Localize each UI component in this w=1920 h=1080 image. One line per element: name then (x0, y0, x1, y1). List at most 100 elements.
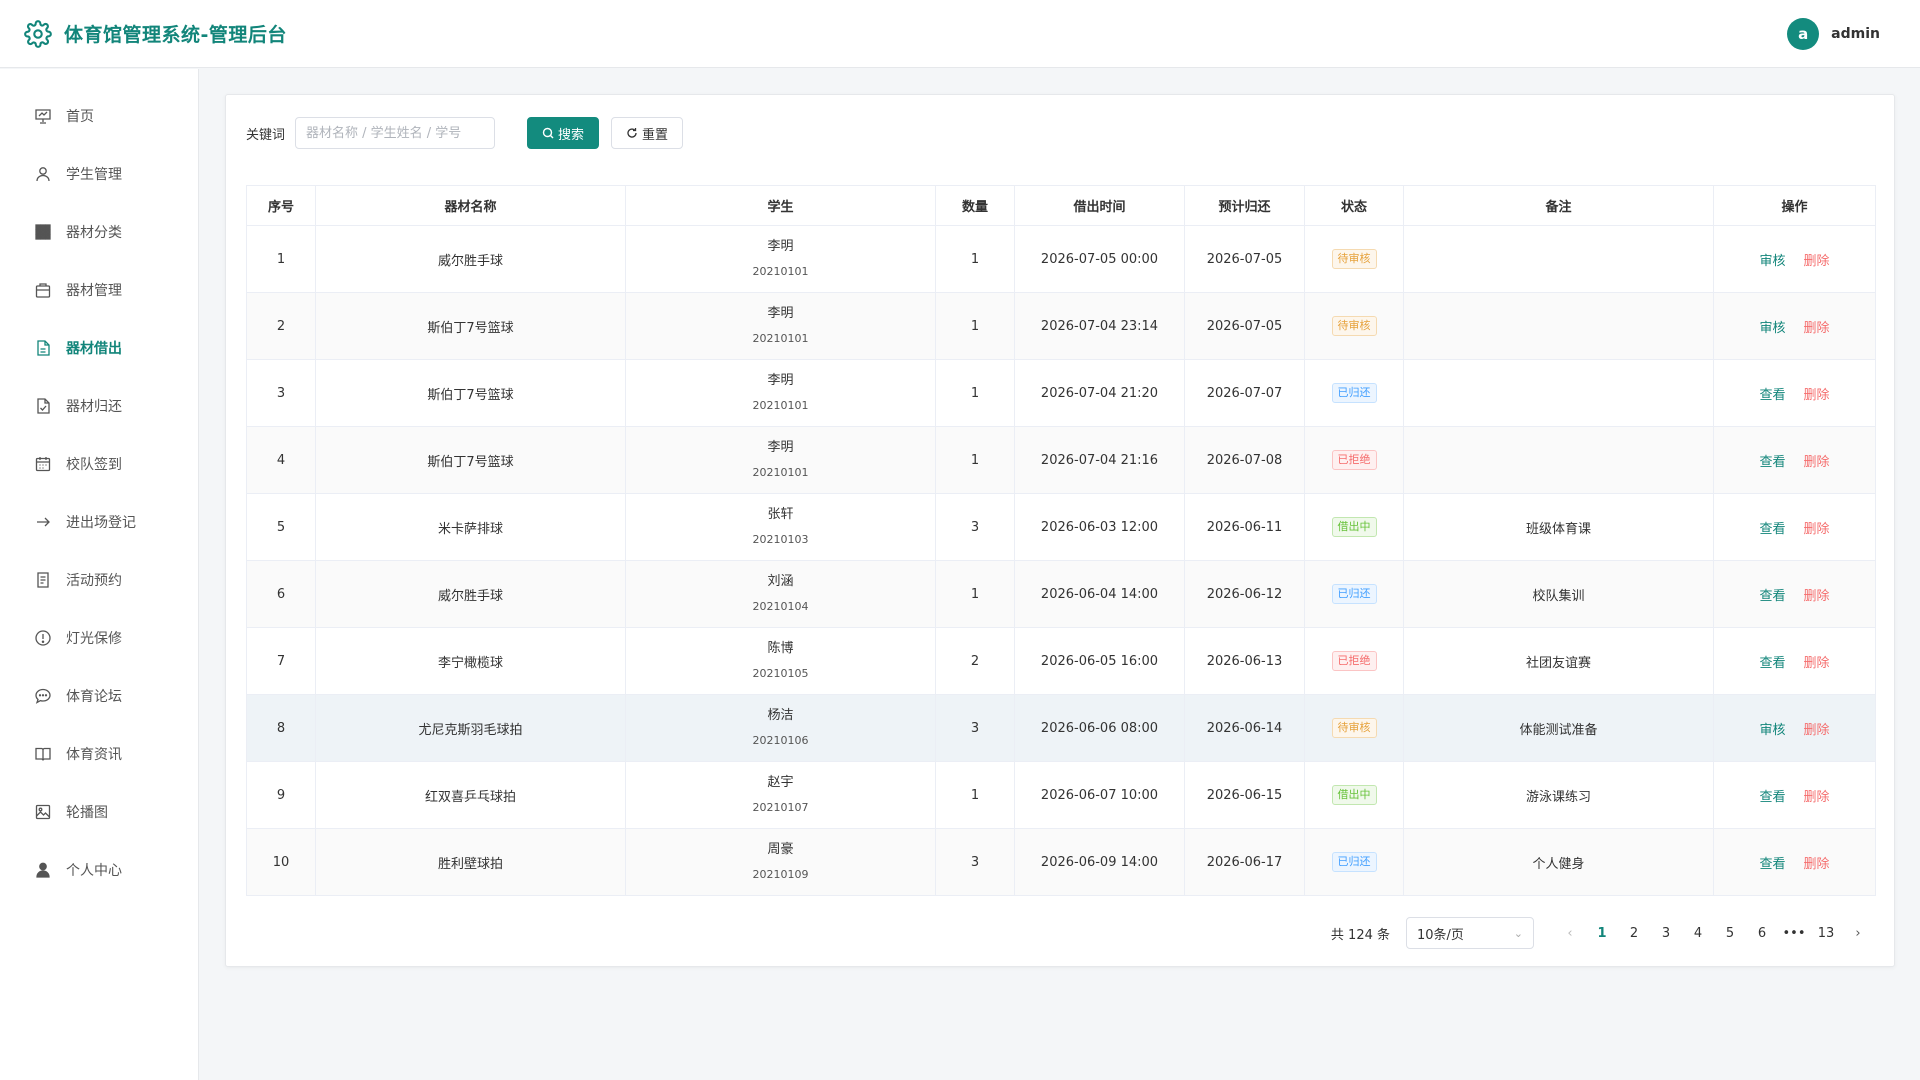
page-number[interactable]: 4 (1682, 926, 1714, 941)
sidebar-item-8[interactable]: 活动预约 (0, 551, 198, 609)
page-number[interactable]: 5 (1714, 926, 1746, 941)
sidebar-item-10[interactable]: 体育论坛 (0, 667, 198, 725)
calendar-icon (34, 455, 52, 473)
reset-button[interactable]: 重置 (611, 117, 684, 149)
page-number[interactable]: 1 (1586, 926, 1618, 941)
equipment-name: 红双喜乒乓球拍 (315, 761, 626, 829)
delete-link[interactable]: 删除 (1804, 719, 1830, 738)
page-number[interactable]: 2 (1618, 926, 1650, 941)
page-number[interactable]: 6 (1746, 926, 1778, 941)
student-number: 20210101 (752, 332, 809, 345)
expected-return: 2026-06-15 (1184, 761, 1305, 829)
delete-link[interactable]: 删除 (1804, 652, 1830, 671)
expected-return: 2026-06-13 (1184, 627, 1305, 695)
sidebar-item-label: 轮播图 (66, 805, 108, 821)
sidebar-item-4[interactable]: 器材借出 (0, 319, 198, 377)
equipment-name: 斯伯丁7号篮球 (315, 359, 626, 427)
equipment-name: 斯伯丁7号篮球 (315, 426, 626, 494)
column-header: 序号 (246, 185, 316, 226)
equipment-name: 米卡萨排球 (315, 493, 626, 561)
student-cell: 杨洁 20210106 (625, 694, 936, 762)
row-number: 1 (246, 225, 316, 293)
search-button[interactable]: 搜索 (527, 117, 600, 149)
status-badge: 待审核 (1331, 316, 1377, 336)
delete-link[interactable]: 删除 (1804, 317, 1830, 336)
sidebar-item-5[interactable]: 器材归还 (0, 377, 198, 435)
view-link[interactable]: 查看 (1759, 652, 1785, 671)
sidebar-item-label: 体育论坛 (66, 689, 122, 705)
sidebar-item-0[interactable]: 首页 (0, 87, 198, 145)
sidebar-item-11[interactable]: 体育资讯 (0, 725, 198, 783)
sidebar-item-7[interactable]: 进出场登记 (0, 493, 198, 551)
delete-link[interactable]: 删除 (1804, 786, 1830, 805)
sidebar-item-13[interactable]: 个人中心 (0, 841, 198, 899)
expected-return: 2026-07-05 (1184, 292, 1305, 360)
sidebar-item-2[interactable]: 器材分类 (0, 203, 198, 261)
search-input[interactable] (295, 117, 496, 149)
username[interactable]: admin (1831, 26, 1880, 42)
student-name: 周豪 (767, 842, 794, 857)
page-size-select[interactable]: 10条/页 ⌄ (1406, 917, 1534, 949)
page-ellipsis[interactable]: ••• (1778, 926, 1810, 941)
sidebar-item-label: 进出场登记 (66, 515, 136, 531)
pagination: 共 124 条 10条/页 ⌄ ‹ 1 2 3 4 5 6 ••• 13 › (1331, 917, 1874, 949)
view-link[interactable]: 查看 (1759, 786, 1785, 805)
sidebar-item-label: 活动预约 (66, 573, 122, 589)
equipment-name: 胜利壁球拍 (315, 828, 626, 896)
student-number: 20210106 (752, 734, 809, 747)
quantity: 1 (935, 426, 1015, 494)
page-number[interactable]: 3 (1650, 926, 1682, 941)
column-header: 状态 (1304, 185, 1404, 226)
sidebar-item-9[interactable]: 灯光保修 (0, 609, 198, 667)
delete-link[interactable]: 删除 (1804, 853, 1830, 872)
sidebar-item-label: 学生管理 (66, 167, 122, 183)
sidebar-item-6[interactable]: 校队签到 (0, 435, 198, 493)
delete-link[interactable]: 删除 (1804, 585, 1830, 604)
page-number[interactable]: 13 (1810, 926, 1842, 941)
student-number: 20210101 (752, 265, 809, 278)
expected-return: 2026-06-12 (1184, 560, 1305, 628)
borrow-table: 序号 器材名称 学生 数量 借出时间 预计归还 状态 备注 操作 1 威尔胜手球 李明 2021010… (246, 185, 1876, 896)
view-link[interactable]: 查看 (1759, 853, 1785, 872)
next-page-button[interactable]: › (1842, 926, 1874, 941)
delete-link[interactable]: 删除 (1804, 451, 1830, 470)
review-link[interactable]: 审核 (1759, 317, 1785, 336)
actions-cell: 查看 删除 (1713, 828, 1876, 896)
actions-cell: 查看 删除 (1713, 560, 1876, 628)
box-icon (34, 281, 52, 299)
delete-link[interactable]: 删除 (1804, 250, 1830, 269)
review-link[interactable]: 审核 (1759, 719, 1785, 738)
user-menu[interactable]: a admin (1787, 17, 1896, 50)
sidebar-item-12[interactable]: 轮播图 (0, 783, 198, 841)
delete-link[interactable]: 删除 (1804, 518, 1830, 537)
quantity: 3 (935, 828, 1015, 896)
actions-cell: 查看 删除 (1713, 493, 1876, 561)
row-number: 10 (246, 828, 316, 896)
actions-cell: 审核 删除 (1713, 225, 1876, 293)
status-cell: 借出中 (1304, 493, 1404, 561)
sidebar-item-label: 个人中心 (66, 863, 122, 879)
status-badge: 已归还 (1331, 852, 1377, 872)
quantity: 2 (935, 627, 1015, 695)
remark: 个人健身 (1403, 828, 1714, 896)
view-link[interactable]: 查看 (1759, 451, 1785, 470)
prev-page-button[interactable]: ‹ (1554, 926, 1586, 941)
student-number: 20210103 (752, 533, 809, 546)
row-number: 3 (246, 359, 316, 427)
sidebar-item-3[interactable]: 器材管理 (0, 261, 198, 319)
view-link[interactable]: 查看 (1759, 384, 1785, 403)
student-name: 李明 (767, 440, 794, 455)
student-name: 刘涵 (767, 574, 794, 589)
sidebar-item-1[interactable]: 学生管理 (0, 145, 198, 203)
review-link[interactable]: 审核 (1759, 250, 1785, 269)
sidebar-item-label: 体育资讯 (66, 747, 122, 763)
column-header: 数量 (935, 185, 1015, 226)
view-link[interactable]: 查看 (1759, 518, 1785, 537)
delete-link[interactable]: 删除 (1804, 384, 1830, 403)
table-row: 5 米卡萨排球 张轩 20210103 3 2026-06-03 12:00 2026-06… (246, 493, 1876, 561)
table-row: 8 尤尼克斯羽毛球拍 杨洁 20210106 3 2026-06-06 08:00 2026… (246, 694, 1876, 762)
table-row: 1 威尔胜手球 李明 20210101 1 2026-07-05 00:00 2026-07… (246, 225, 1876, 293)
table-row: 3 斯伯丁7号篮球 李明 20210101 1 2026-07-04 21:20 2026-… (246, 359, 1876, 427)
avatar[interactable]: a (1787, 17, 1820, 50)
view-link[interactable]: 查看 (1759, 585, 1785, 604)
